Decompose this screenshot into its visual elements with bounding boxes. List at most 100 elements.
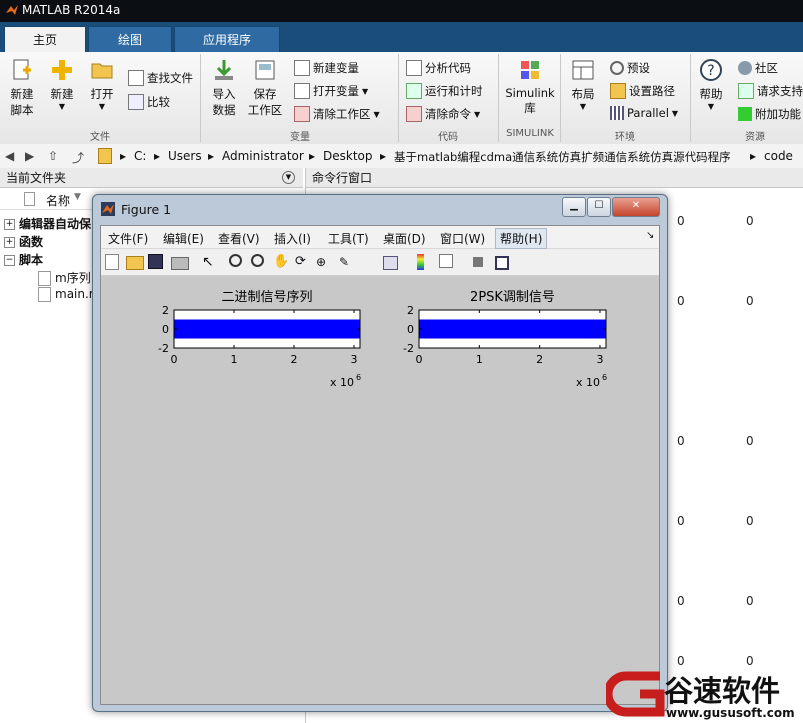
new-button[interactable]: 新建 ▼ bbox=[46, 58, 78, 111]
hide-plot-tools-icon[interactable] bbox=[473, 257, 483, 267]
group-variable: 变量 bbox=[290, 132, 310, 143]
open-variable-label: 打开变量 bbox=[313, 84, 359, 98]
new-variable-label: 新建变量 bbox=[313, 61, 359, 75]
analyze-code-label: 分析代码 bbox=[425, 61, 471, 75]
breadcrumb-item[interactable]: code bbox=[764, 149, 793, 163]
clear-commands-button[interactable]: 清除命令 ▼ bbox=[406, 106, 480, 122]
figure-window[interactable]: Figure 1 ▁ ☐ ✕ 文件(F) 编辑(E) 查看(V) 插入(I) 工… bbox=[92, 194, 668, 712]
find-files-label: 查找文件 bbox=[147, 71, 193, 85]
tree-item-functions[interactable]: + 函数 bbox=[4, 233, 43, 250]
forward-icon[interactable]: ▶ bbox=[25, 149, 34, 163]
zoom-in-icon[interactable] bbox=[229, 254, 242, 267]
open-label: 打开 bbox=[90, 87, 114, 101]
set-path-button[interactable]: 设置路径 bbox=[610, 83, 675, 99]
community-button[interactable]: 社区 bbox=[738, 60, 778, 76]
path-separator: ▸ bbox=[154, 149, 161, 163]
output-value: 0 bbox=[746, 594, 754, 608]
m-file-icon bbox=[38, 287, 51, 302]
run-and-time-button[interactable]: 运行和计时 bbox=[406, 83, 483, 99]
pan-icon[interactable]: ✋ bbox=[273, 254, 289, 270]
y-tick-label: 0 bbox=[162, 323, 169, 336]
parallel-button[interactable]: Parallel ▼ bbox=[610, 106, 678, 120]
expand-icon[interactable]: + bbox=[4, 237, 15, 248]
x-exponent-label: x 10 bbox=[576, 376, 600, 389]
import-data-button[interactable]: 导入 数据 bbox=[208, 58, 240, 118]
output-value: 0 bbox=[677, 434, 685, 448]
print-icon[interactable] bbox=[171, 257, 189, 270]
tree-item-autosave[interactable]: + 编辑器自动保 bbox=[4, 215, 91, 232]
data-cursor-icon[interactable]: ⊕ bbox=[316, 254, 332, 270]
file-icon bbox=[24, 192, 35, 206]
expand-icon[interactable]: + bbox=[4, 219, 15, 230]
tree-item-scripts[interactable]: − 脚本 bbox=[4, 251, 43, 268]
file-item-mseq[interactable]: m序列 bbox=[38, 269, 91, 286]
sort-icon[interactable]: ▼ bbox=[74, 192, 81, 202]
figure-toolbar: ↖ ✋ ⟳ ⊕ ✎ bbox=[101, 249, 659, 276]
pointer-icon[interactable]: ↖ bbox=[202, 254, 218, 270]
save-workspace-button[interactable]: 保存 工作区 bbox=[246, 58, 284, 118]
up-folder-icon[interactable]: ⇧ bbox=[48, 149, 58, 163]
browse-icon[interactable]: ⤴ bbox=[72, 149, 84, 166]
open-button[interactable]: 打开 ▼ bbox=[86, 58, 118, 111]
panel-menu-icon[interactable]: ▼ bbox=[282, 171, 295, 184]
tab-plots[interactable]: 绘图 bbox=[88, 26, 172, 53]
link-icon[interactable] bbox=[383, 256, 398, 270]
svg-text:?: ? bbox=[707, 63, 714, 79]
dock-arrow-icon[interactable]: ↘ bbox=[646, 230, 654, 241]
colorbar-icon[interactable] bbox=[417, 254, 424, 270]
brush-icon[interactable]: ✎ bbox=[339, 254, 355, 270]
clear-workspace-button[interactable]: 清除工作区 ▼ bbox=[294, 106, 380, 122]
new-variable-button[interactable]: 新建变量 bbox=[294, 60, 359, 76]
menu-insert[interactable]: 插入(I) bbox=[274, 230, 311, 247]
menu-help[interactable]: 帮助(H) bbox=[495, 228, 548, 249]
menu-view[interactable]: 查看(V) bbox=[218, 230, 260, 247]
rotate-icon[interactable]: ⟳ bbox=[295, 254, 311, 270]
layout-button[interactable]: 布局 ▼ bbox=[566, 58, 600, 111]
breadcrumb-item[interactable]: Administrator bbox=[222, 149, 304, 163]
new-script-button[interactable]: 新建 脚本 bbox=[6, 58, 38, 118]
output-value: 0 bbox=[677, 294, 685, 308]
menu-file[interactable]: 文件(F) bbox=[108, 230, 148, 247]
find-files-button[interactable]: 查找文件 bbox=[128, 70, 193, 86]
x-tick-label: 0 bbox=[416, 353, 423, 366]
show-plot-tools-icon[interactable] bbox=[495, 256, 509, 270]
zoom-out-icon[interactable] bbox=[251, 254, 264, 267]
output-value: 0 bbox=[677, 514, 685, 528]
x-tick-label: 0 bbox=[171, 353, 178, 366]
back-icon[interactable]: ◀ bbox=[5, 149, 14, 163]
menu-tools[interactable]: 工具(T) bbox=[328, 230, 369, 247]
group-environment: 环境 bbox=[615, 132, 635, 143]
collapse-icon[interactable]: − bbox=[4, 255, 15, 266]
minimize-button[interactable]: ▁ bbox=[562, 197, 586, 217]
breadcrumb-item[interactable]: C: bbox=[134, 149, 146, 163]
ribbon-separator bbox=[690, 54, 691, 142]
help-button[interactable]: ? 帮助 ▼ bbox=[696, 58, 726, 111]
menu-window[interactable]: 窗口(W) bbox=[440, 230, 485, 247]
import-icon bbox=[215, 60, 233, 80]
tab-apps[interactable]: 应用程序 bbox=[174, 26, 280, 53]
output-value: 0 bbox=[746, 434, 754, 448]
figure-plot-area[interactable]: 0 1 2 320-2二进制信号序列x 10 60 1 2 320-22PSK调制信号x 10… bbox=[101, 276, 659, 704]
new-figure-icon[interactable] bbox=[105, 254, 119, 270]
open-icon[interactable] bbox=[126, 256, 144, 270]
addons-label: 附加功能 bbox=[755, 107, 801, 121]
close-button[interactable]: ✕ bbox=[612, 197, 660, 217]
tree-item-label: 函数 bbox=[19, 235, 44, 249]
breadcrumb-item[interactable]: Desktop bbox=[323, 149, 373, 163]
tab-home[interactable]: 主页 bbox=[4, 26, 86, 53]
compare-button[interactable]: 比较 bbox=[128, 94, 170, 110]
menu-edit[interactable]: 编辑(E) bbox=[163, 230, 204, 247]
addons-button[interactable]: 附加功能 bbox=[738, 106, 801, 122]
menu-desktop[interactable]: 桌面(D) bbox=[383, 230, 426, 247]
analyze-code-button[interactable]: 分析代码 bbox=[406, 60, 471, 76]
preferences-button[interactable]: 预设 bbox=[610, 60, 650, 76]
breadcrumb-item[interactable]: 基于matlab编程cdma通信系统仿真扩频通信系统仿真源代码程序 bbox=[394, 149, 731, 165]
simulink-library-button[interactable]: Simulink 库 bbox=[504, 58, 556, 116]
figure-title: Figure 1 bbox=[121, 202, 172, 217]
legend-icon[interactable] bbox=[439, 254, 453, 268]
request-support-button[interactable]: 请求支持 bbox=[738, 83, 803, 99]
open-variable-button[interactable]: 打开变量 ▼ bbox=[294, 83, 368, 99]
breadcrumb-item[interactable]: Users bbox=[168, 149, 202, 163]
maximize-button[interactable]: ☐ bbox=[587, 197, 611, 217]
save-icon[interactable] bbox=[148, 254, 163, 269]
